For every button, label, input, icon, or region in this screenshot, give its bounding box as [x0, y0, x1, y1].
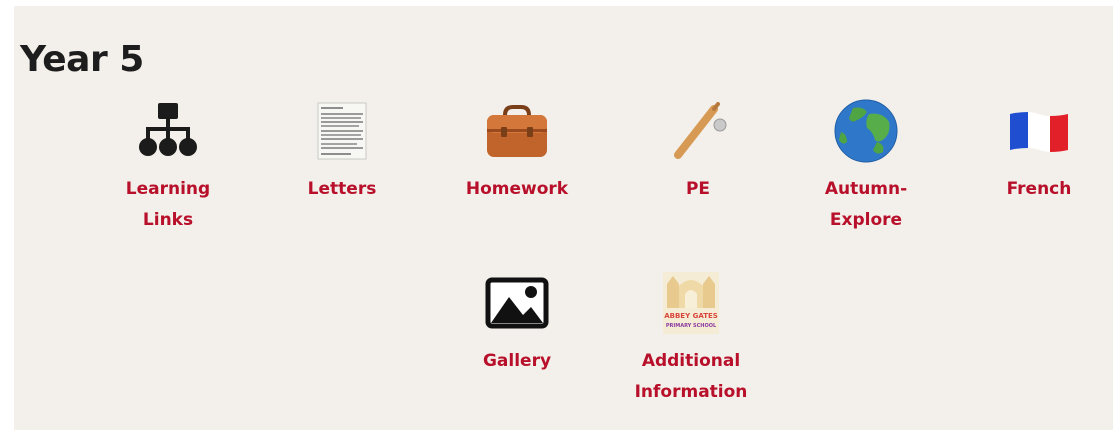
letter-document-icon [317, 102, 367, 160]
french-flag-icon [1010, 112, 1068, 152]
tile-label: Learning Links [125, 179, 211, 230]
tile-homework[interactable]: Homework [442, 96, 592, 205]
tile-label: Homework [465, 179, 569, 199]
tile-label: Letters [307, 179, 377, 199]
sitemap-icon [139, 103, 197, 156]
image-icon [485, 277, 549, 329]
tile-label: Gallery [482, 351, 552, 371]
globe-icon [834, 99, 898, 163]
year-5-section: Year 5 Learning Links Letters Homework P… [14, 6, 1113, 430]
tile-learning-links[interactable]: Learning Links [93, 96, 243, 236]
tile-french[interactable]: French [964, 96, 1113, 205]
tile-additional-information[interactable]: ABBEY GATES PRIMARY SCHOOL Additional In… [616, 268, 766, 408]
tile-label: Additional Information [634, 351, 748, 402]
tile-label: PE [685, 179, 711, 199]
school-logo-line2: PRIMARY SCHOOL [666, 323, 717, 329]
cricket-bat-icon [674, 102, 727, 159]
tile-label: French [1006, 179, 1072, 199]
school-logo-line1: ABBEY GATES [664, 312, 718, 320]
tile-letters[interactable]: Letters [267, 96, 417, 205]
tile-autumn-explore[interactable]: Autumn-Explore [791, 96, 941, 236]
tile-pe[interactable]: PE [623, 96, 773, 205]
briefcase-icon [487, 105, 547, 157]
page-title: Year 5 [20, 39, 144, 80]
tile-gallery[interactable]: Gallery [442, 268, 592, 377]
tile-label: Autumn-Explore [824, 179, 908, 230]
school-logo-icon: ABBEY GATES PRIMARY SCHOOL [663, 272, 719, 334]
